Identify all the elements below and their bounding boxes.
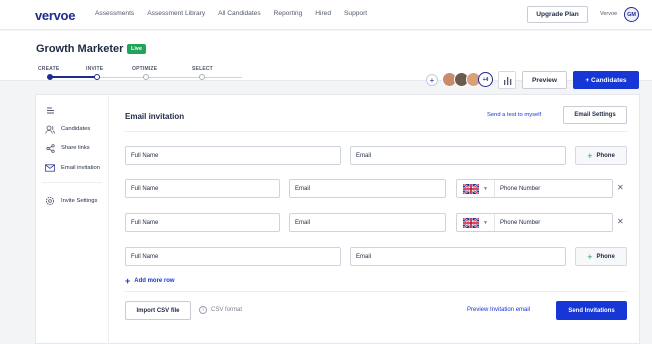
email-input[interactable]: Email — [350, 146, 566, 165]
upgrade-plan-button[interactable]: Upgrade Plan — [527, 6, 588, 23]
add-phone-label: Phone — [596, 253, 615, 260]
csv-format-label: CSV format — [211, 307, 243, 313]
step-optimize[interactable]: OPTIMIZE — [132, 66, 157, 72]
step-dot-create — [47, 74, 53, 80]
phone-input-group: ▼ Phone Number — [456, 179, 613, 198]
phone-separator — [493, 214, 495, 231]
send-invitations-button[interactable]: Send Invitations — [556, 301, 627, 320]
people-icon — [45, 124, 55, 134]
csv-format-link[interactable]: i CSV format — [199, 306, 242, 314]
mail-icon — [45, 163, 55, 173]
section-title: Email invitation — [125, 112, 185, 121]
sidebar-item-candidates[interactable]: Candidates — [45, 124, 90, 134]
more-collaborators-badge: +4 — [478, 72, 493, 87]
sidebar-item-invite-settings[interactable]: Invite Settings — [45, 196, 97, 206]
full-name-input[interactable]: Full Name — [125, 213, 280, 232]
send-test-link[interactable]: Send a test to myself — [487, 112, 541, 118]
chevron-down-icon[interactable]: ▼ — [483, 186, 488, 192]
divider — [125, 131, 628, 132]
avatar[interactable]: GM — [624, 7, 639, 22]
analytics-button[interactable] — [498, 71, 516, 89]
sidebar-item-share-links[interactable]: Share links — [45, 143, 90, 153]
list-icon — [45, 106, 55, 116]
step-dot-optimize — [143, 74, 149, 80]
full-name-input[interactable]: Full Name — [125, 247, 341, 266]
sidebar-item-email-invitation[interactable]: Email invitation — [45, 163, 100, 173]
add-collaborator-button[interactable]: + — [426, 74, 438, 86]
share-icon — [45, 143, 55, 153]
uk-flag-icon[interactable] — [463, 183, 479, 194]
top-nav: vervoe Assessments Assessment Library Al… — [0, 0, 652, 30]
add-more-row-label: Add more row — [134, 278, 175, 284]
sidebar-item-label: Invite Settings — [61, 198, 98, 204]
account-name[interactable]: Vervoe — [600, 11, 617, 17]
nav-link-support[interactable]: Support — [344, 10, 367, 17]
sidebar-item-label: Share links — [61, 145, 90, 151]
step-dot-select — [199, 74, 205, 80]
divider — [125, 291, 628, 292]
nav-links: Assessments Assessment Library All Candi… — [95, 10, 380, 17]
add-more-row-link[interactable]: + Add more row — [125, 276, 175, 286]
email-input[interactable]: Email — [350, 247, 566, 266]
step-line — [97, 77, 242, 78]
step-invite[interactable]: INVITE — [86, 66, 103, 72]
nav-link-all-candidates[interactable]: All Candidates — [218, 10, 261, 17]
step-select[interactable]: SELECT — [192, 66, 213, 72]
add-phone-button[interactable]: + Phone — [575, 247, 627, 266]
import-csv-button[interactable]: Import CSV file — [125, 301, 191, 320]
full-name-input[interactable]: Full Name — [125, 146, 341, 165]
step-create[interactable]: CREATE — [38, 66, 59, 72]
invite-panel: Candidates Share links Email invitation … — [35, 94, 640, 344]
remove-row-icon[interactable]: ✕ — [617, 217, 624, 226]
preview-invitation-link[interactable]: Preview Invitation email — [467, 307, 530, 313]
remove-row-icon[interactable]: ✕ — [617, 183, 624, 192]
add-candidates-button[interactable]: + Candidates — [573, 71, 639, 89]
vervoe-logo[interactable]: vervoe — [35, 8, 75, 23]
sidebar-item-label: Email invitation — [61, 165, 100, 171]
full-name-input[interactable]: Full Name — [125, 179, 280, 198]
nav-link-reporting[interactable]: Reporting — [274, 10, 303, 17]
email-input[interactable]: Email — [289, 213, 446, 232]
info-icon: i — [199, 306, 207, 314]
chevron-down-icon[interactable]: ▼ — [483, 220, 488, 226]
nav-link-assessments[interactable]: Assessments — [95, 10, 134, 17]
gear-icon — [45, 196, 55, 206]
sidebar-divider — [42, 182, 102, 183]
add-phone-label: Phone — [596, 152, 615, 159]
step-dot-invite — [94, 74, 100, 80]
bar-chart-icon — [503, 76, 511, 85]
sidebar-item-toggle[interactable] — [45, 106, 61, 116]
phone-input-group: ▼ Phone Number — [456, 213, 613, 232]
nav-link-hired[interactable]: Hired — [315, 10, 331, 17]
sidebar-item-label: Candidates — [61, 126, 91, 132]
uk-flag-icon[interactable] — [463, 217, 479, 228]
phone-separator — [493, 180, 495, 197]
plus-icon: + — [125, 276, 131, 286]
status-badge: Live — [127, 44, 147, 54]
plus-icon: + — [587, 150, 593, 161]
preview-button[interactable]: Preview — [522, 71, 567, 89]
page-title: Growth Marketer — [36, 43, 124, 55]
add-phone-button[interactable]: + Phone — [575, 146, 627, 165]
nav-link-assessment-library[interactable]: Assessment Library — [147, 10, 205, 17]
phone-number-input[interactable]: Phone Number — [500, 220, 540, 226]
email-input[interactable]: Email — [289, 179, 446, 198]
plus-icon: + — [587, 251, 593, 262]
phone-number-input[interactable]: Phone Number — [500, 186, 540, 192]
step-line-done — [50, 76, 97, 78]
collaborator-avatars[interactable]: +4 — [442, 72, 493, 87]
email-settings-button[interactable]: Email Settings — [563, 106, 627, 124]
assessment-header: Growth Marketer Live CREATE INVITE OPTIM… — [0, 31, 652, 89]
sidebar: Candidates Share links Email invitation … — [36, 95, 109, 344]
